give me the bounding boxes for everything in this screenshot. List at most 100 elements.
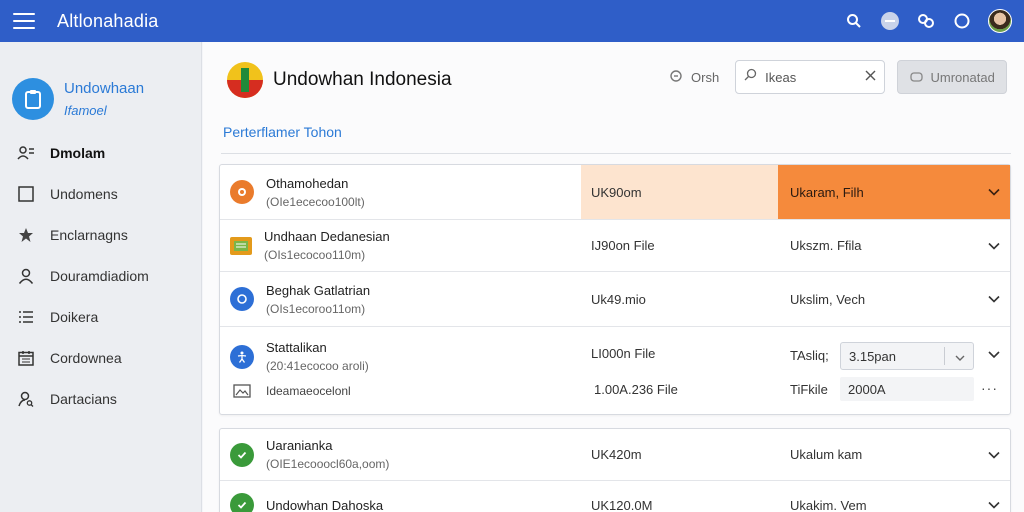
accessibility-icon bbox=[230, 344, 254, 369]
page-title: Undowhan Indonesia bbox=[273, 69, 452, 90]
row-size: LI000n File bbox=[591, 346, 656, 361]
size-select[interactable]: 3.15pan bbox=[840, 342, 974, 370]
header-tools: Orsh Umronatad bbox=[669, 60, 1008, 94]
search-box[interactable] bbox=[735, 60, 886, 94]
sidebar-item-label: Dmolam bbox=[50, 144, 106, 161]
page-header: Undowhan Indonesia bbox=[227, 62, 452, 98]
file-list-card-2: Uaranianka (OIE1ecooocl60a,oom) UK420m U… bbox=[219, 428, 1011, 512]
sidebar-item-douramdiadiom[interactable]: Douramdiadiom bbox=[0, 255, 201, 296]
sidebar-item-doikera[interactable]: Doikera bbox=[0, 296, 201, 337]
row-title: Uaranianka bbox=[266, 438, 333, 453]
notifications-icon[interactable] bbox=[952, 11, 972, 31]
value-field[interactable]: 2000A bbox=[840, 377, 974, 401]
record-icon bbox=[230, 180, 254, 204]
search-icon bbox=[744, 68, 757, 86]
row-type: Ukaram, Filh bbox=[790, 184, 864, 200]
square-icon bbox=[17, 185, 35, 203]
clear-button[interactable]: Orsh bbox=[669, 69, 719, 86]
sidebar-nav: Dmolam Undomens Enclarnagns Douramdiadio… bbox=[0, 132, 201, 419]
calendar-icon bbox=[17, 349, 35, 367]
row-type: TAsliq; bbox=[790, 348, 829, 363]
sidebar-item-label: Cordownea bbox=[50, 349, 122, 366]
top-app-bar: Altlonahadia bbox=[0, 0, 1024, 42]
profile[interactable]: Undowhaan Ifamoel bbox=[0, 42, 201, 132]
sidebar-item-label: Enclarnagns bbox=[50, 226, 128, 243]
row-size: IJ90on File bbox=[591, 238, 655, 253]
sidebar-item-undomens[interactable]: Undomens bbox=[0, 173, 201, 214]
sidebar-item-label: Dartacians bbox=[50, 390, 117, 407]
apps-icon[interactable] bbox=[916, 11, 936, 31]
settings-icon[interactable] bbox=[880, 11, 900, 31]
row-subtitle: (OIs1ecocoo110m) bbox=[264, 248, 366, 262]
table-row-expanded[interactable]: Stattalikan (20:41ecocoo aroli) LI000n F… bbox=[220, 327, 1010, 415]
row-size: UK120.0M bbox=[591, 497, 653, 512]
image-icon bbox=[230, 379, 254, 403]
sidebar-item-dmolam[interactable]: Dmolam bbox=[0, 132, 201, 173]
app-title: Altlonahadia bbox=[57, 10, 159, 31]
table-row[interactable]: Undhaan Dedanesian (OIs1ecocoo110m) IJ90… bbox=[220, 220, 1010, 272]
person-icon bbox=[17, 267, 35, 285]
sidebar-item-dartacians[interactable]: Dartacians bbox=[0, 378, 201, 419]
sidebar-item-enclarnagns[interactable]: Enclarnagns bbox=[0, 214, 201, 255]
clipboard-icon bbox=[12, 78, 54, 120]
table-row[interactable]: Othamohedan (OIe1ececoo100lt) UK90om Uka… bbox=[220, 165, 1010, 220]
sidebar-item-label: Doikera bbox=[50, 308, 99, 325]
row-size: UK90om bbox=[581, 165, 778, 219]
row-type: Ukalum kam bbox=[790, 447, 863, 462]
person-search-icon bbox=[17, 390, 35, 408]
profile-subtitle: Ifamoel bbox=[64, 103, 107, 118]
breadcrumb[interactable]: Perterflamer Tohon bbox=[223, 124, 342, 140]
row-subtitle: (OIE1ecooocl60a,oom) bbox=[266, 457, 390, 471]
check-icon bbox=[230, 493, 254, 512]
clear-label: Orsh bbox=[691, 69, 720, 85]
row-detail-title: Ideamaeocelonl bbox=[266, 384, 351, 398]
divider bbox=[221, 153, 1011, 154]
chevron-down-icon[interactable] bbox=[988, 238, 1000, 253]
row-title: Othamohedan bbox=[266, 175, 349, 191]
row-title: Stattalikan bbox=[266, 340, 327, 355]
sidebar: Undowhaan Ifamoel Dmolam Undomens Enclar… bbox=[0, 42, 202, 512]
star-icon bbox=[17, 226, 35, 244]
check-icon bbox=[230, 442, 254, 467]
table-row[interactable]: Undowhan Dahoska UK120.0M Ukakim. Vem bbox=[220, 481, 1010, 512]
chevron-down-icon[interactable] bbox=[988, 498, 1000, 512]
info-icon bbox=[230, 287, 254, 311]
table-row[interactable]: Uaranianka (OIE1ecooocl60a,oom) UK420m U… bbox=[220, 429, 1010, 481]
document-icon bbox=[230, 236, 252, 255]
row-subtitle: (20:41ecocoo aroli) bbox=[266, 359, 369, 373]
more-icon[interactable]: ··· bbox=[981, 380, 998, 396]
menu-icon[interactable] bbox=[13, 13, 35, 29]
close-icon[interactable] bbox=[865, 68, 876, 86]
row-size: UK420m bbox=[591, 447, 642, 462]
row-title: Beghak Gatlatrian bbox=[266, 282, 371, 298]
file-list-card: Othamohedan (OIe1ececoo100lt) UK90om Uka… bbox=[219, 164, 1011, 415]
row-title: Undowhan Dahoska bbox=[266, 497, 384, 512]
row-detail-size: 1.00A.236 File bbox=[594, 382, 678, 397]
primary-button-label: Umronatad bbox=[930, 69, 995, 85]
chat-icon bbox=[909, 71, 923, 82]
table-row[interactable]: Beghak Gatlatrian (OIs1ecoroo11om) Uk49.… bbox=[220, 272, 1010, 327]
chevron-down-icon bbox=[955, 350, 965, 365]
list-icon bbox=[17, 308, 35, 326]
sidebar-item-cordownea[interactable]: Cordownea bbox=[0, 337, 201, 378]
row-type: Ukszm. Ffila bbox=[790, 238, 862, 253]
row-type: Ukakim. Vem bbox=[790, 497, 867, 512]
top-actions bbox=[844, 0, 1012, 42]
primary-button[interactable]: Umronatad bbox=[897, 60, 1008, 94]
row-type: Ukslim, Vech bbox=[790, 291, 866, 307]
row-size: Uk49.mio bbox=[591, 291, 646, 307]
search-input[interactable] bbox=[765, 69, 856, 85]
row-detail-type: TiFkile bbox=[790, 382, 828, 397]
chevron-down-icon[interactable] bbox=[988, 292, 1000, 307]
avatar[interactable] bbox=[988, 9, 1012, 33]
chevron-down-icon[interactable] bbox=[988, 447, 1000, 462]
value-text: 2000A bbox=[848, 381, 886, 397]
chevron-down-icon[interactable] bbox=[988, 185, 1000, 200]
main-content: Undowhan Indonesia Orsh Umronatad Perter… bbox=[203, 42, 1024, 512]
search-icon[interactable] bbox=[844, 11, 864, 31]
row-subtitle: (OIe1ececoo100lt) bbox=[266, 194, 365, 209]
brand-logo bbox=[227, 62, 263, 98]
chevron-down-icon[interactable] bbox=[988, 346, 1000, 364]
sidebar-item-label: Undomens bbox=[50, 185, 118, 202]
users-icon bbox=[17, 144, 35, 162]
